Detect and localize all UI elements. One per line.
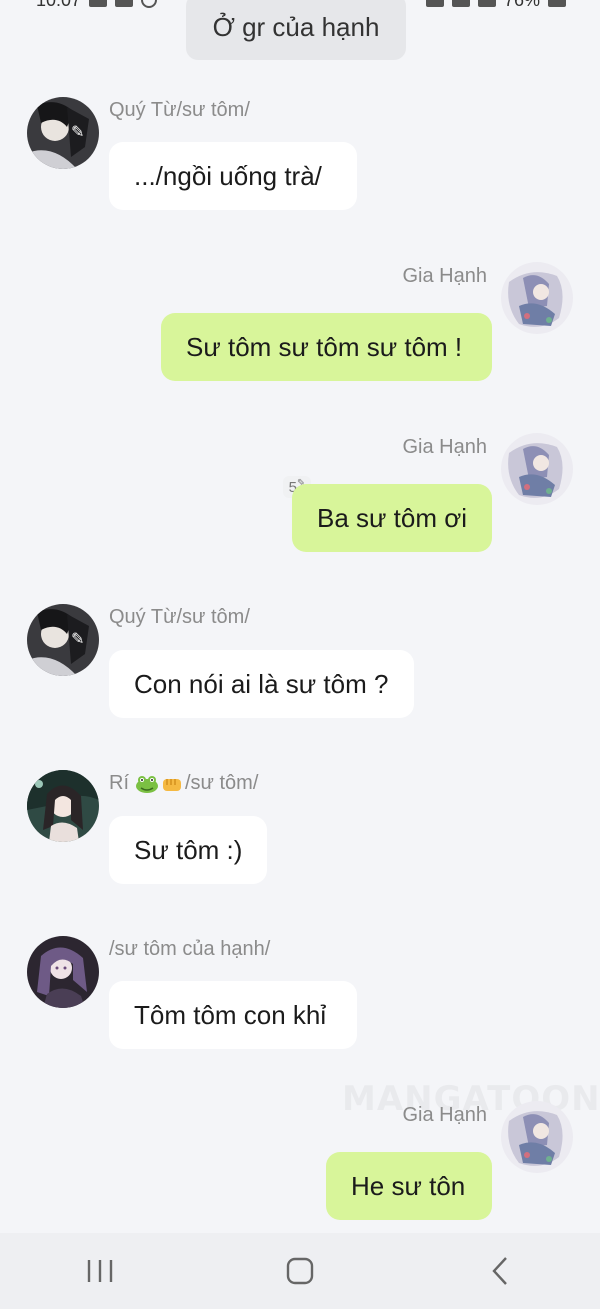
messenger-icon — [141, 0, 158, 8]
mute-icon — [425, 0, 444, 7]
avatar-su-tom-cua-hanh[interactable] — [27, 936, 99, 1008]
message-bubble[interactable]: He sư tôn — [326, 1152, 492, 1220]
sender-name: Gia Hạnh — [402, 265, 488, 287]
sender-name: Rí /sư tôm/ — [109, 772, 259, 794]
message-icon — [115, 0, 134, 7]
svg-text:✎: ✎ — [71, 629, 84, 648]
sender-name: Gia Hạnh — [402, 1104, 488, 1126]
fist-emoji-icon — [161, 774, 183, 794]
signal-icon — [477, 0, 496, 7]
recents-icon[interactable] — [70, 1251, 130, 1291]
notification-icon — [89, 0, 108, 7]
back-icon[interactable] — [470, 1251, 530, 1291]
battery-icon — [548, 0, 566, 7]
avatar-quy-tu[interactable]: ✎ — [27, 97, 99, 169]
battery-percent: 76% — [504, 0, 540, 11]
avatar-gia-hanh[interactable] — [501, 262, 573, 334]
message-bubble[interactable]: Ba sư tôm ơi — [292, 484, 492, 552]
message-bubble[interactable]: Sư tôm sư tôm sư tôm ! — [161, 313, 492, 381]
avatar-quy-tu[interactable]: ✎ — [27, 604, 99, 676]
home-icon[interactable] — [270, 1251, 330, 1291]
message-bubble[interactable]: Sư tôm :) — [109, 816, 267, 884]
sender-name: Quý Từ/sư tôm/ — [109, 99, 250, 121]
navigation-bar — [0, 1233, 600, 1309]
message-bubble[interactable]: Tôm tôm con khỉ — [109, 981, 357, 1049]
message-bubble[interactable]: Con nói ai là sư tôm ? — [109, 650, 414, 718]
svg-text:✎: ✎ — [71, 122, 84, 141]
sender-name: Quý Từ/sư tôm/ — [109, 606, 250, 628]
avatar-ri[interactable] — [27, 770, 99, 842]
sender-name: Gia Hạnh — [402, 436, 488, 458]
status-time: 10:07 — [36, 0, 81, 11]
frog-emoji-icon — [135, 774, 159, 794]
sender-name: /sư tôm của hạnh/ — [109, 938, 271, 960]
wifi-icon — [451, 0, 470, 7]
avatar-gia-hanh[interactable] — [501, 433, 573, 505]
message-bubble[interactable]: .../ngồi uống trà/ — [109, 142, 357, 210]
avatar-gia-hanh[interactable] — [501, 1101, 573, 1173]
group-title[interactable]: Ở gr của hạnh — [186, 0, 406, 60]
